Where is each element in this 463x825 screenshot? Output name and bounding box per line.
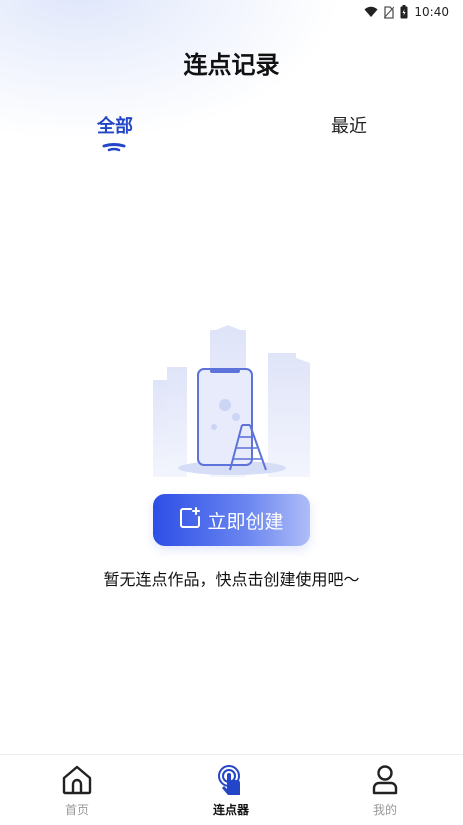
wifi-icon	[364, 6, 378, 18]
battery-icon	[400, 5, 408, 19]
add-file-icon	[179, 506, 201, 534]
page-title: 连点记录	[183, 51, 280, 79]
tab-active-indicator	[101, 138, 127, 157]
create-now-label: 立即创建	[207, 510, 284, 533]
empty-state-message: 暂无连点作品，快点击创建使用吧～	[103, 570, 360, 589]
nav-item-mine[interactable]: 我的	[325, 755, 445, 825]
nav-item-clicker[interactable]: 连点器	[171, 755, 291, 825]
header-background-gradient	[0, 0, 463, 170]
sim-off-icon	[384, 5, 395, 19]
status-bar: 10:40	[0, 0, 463, 24]
tab-all[interactable]: 全部	[97, 112, 133, 138]
status-time: 10:40	[414, 5, 449, 19]
tap-finger-icon	[216, 765, 246, 797]
nav-mine-label: 我的	[372, 803, 397, 817]
home-icon	[61, 765, 93, 797]
tab-recent[interactable]: 最近	[331, 112, 367, 138]
user-icon	[371, 765, 399, 797]
nav-item-home[interactable]: 首页	[17, 755, 137, 825]
nav-clicker-label: 连点器	[212, 803, 249, 817]
empty-state-illustration	[150, 325, 312, 481]
nav-home-label: 首页	[64, 803, 89, 817]
create-now-button[interactable]: 立即创建	[153, 494, 310, 546]
bottom-navigation: 首页 连点器 我的	[0, 754, 463, 825]
